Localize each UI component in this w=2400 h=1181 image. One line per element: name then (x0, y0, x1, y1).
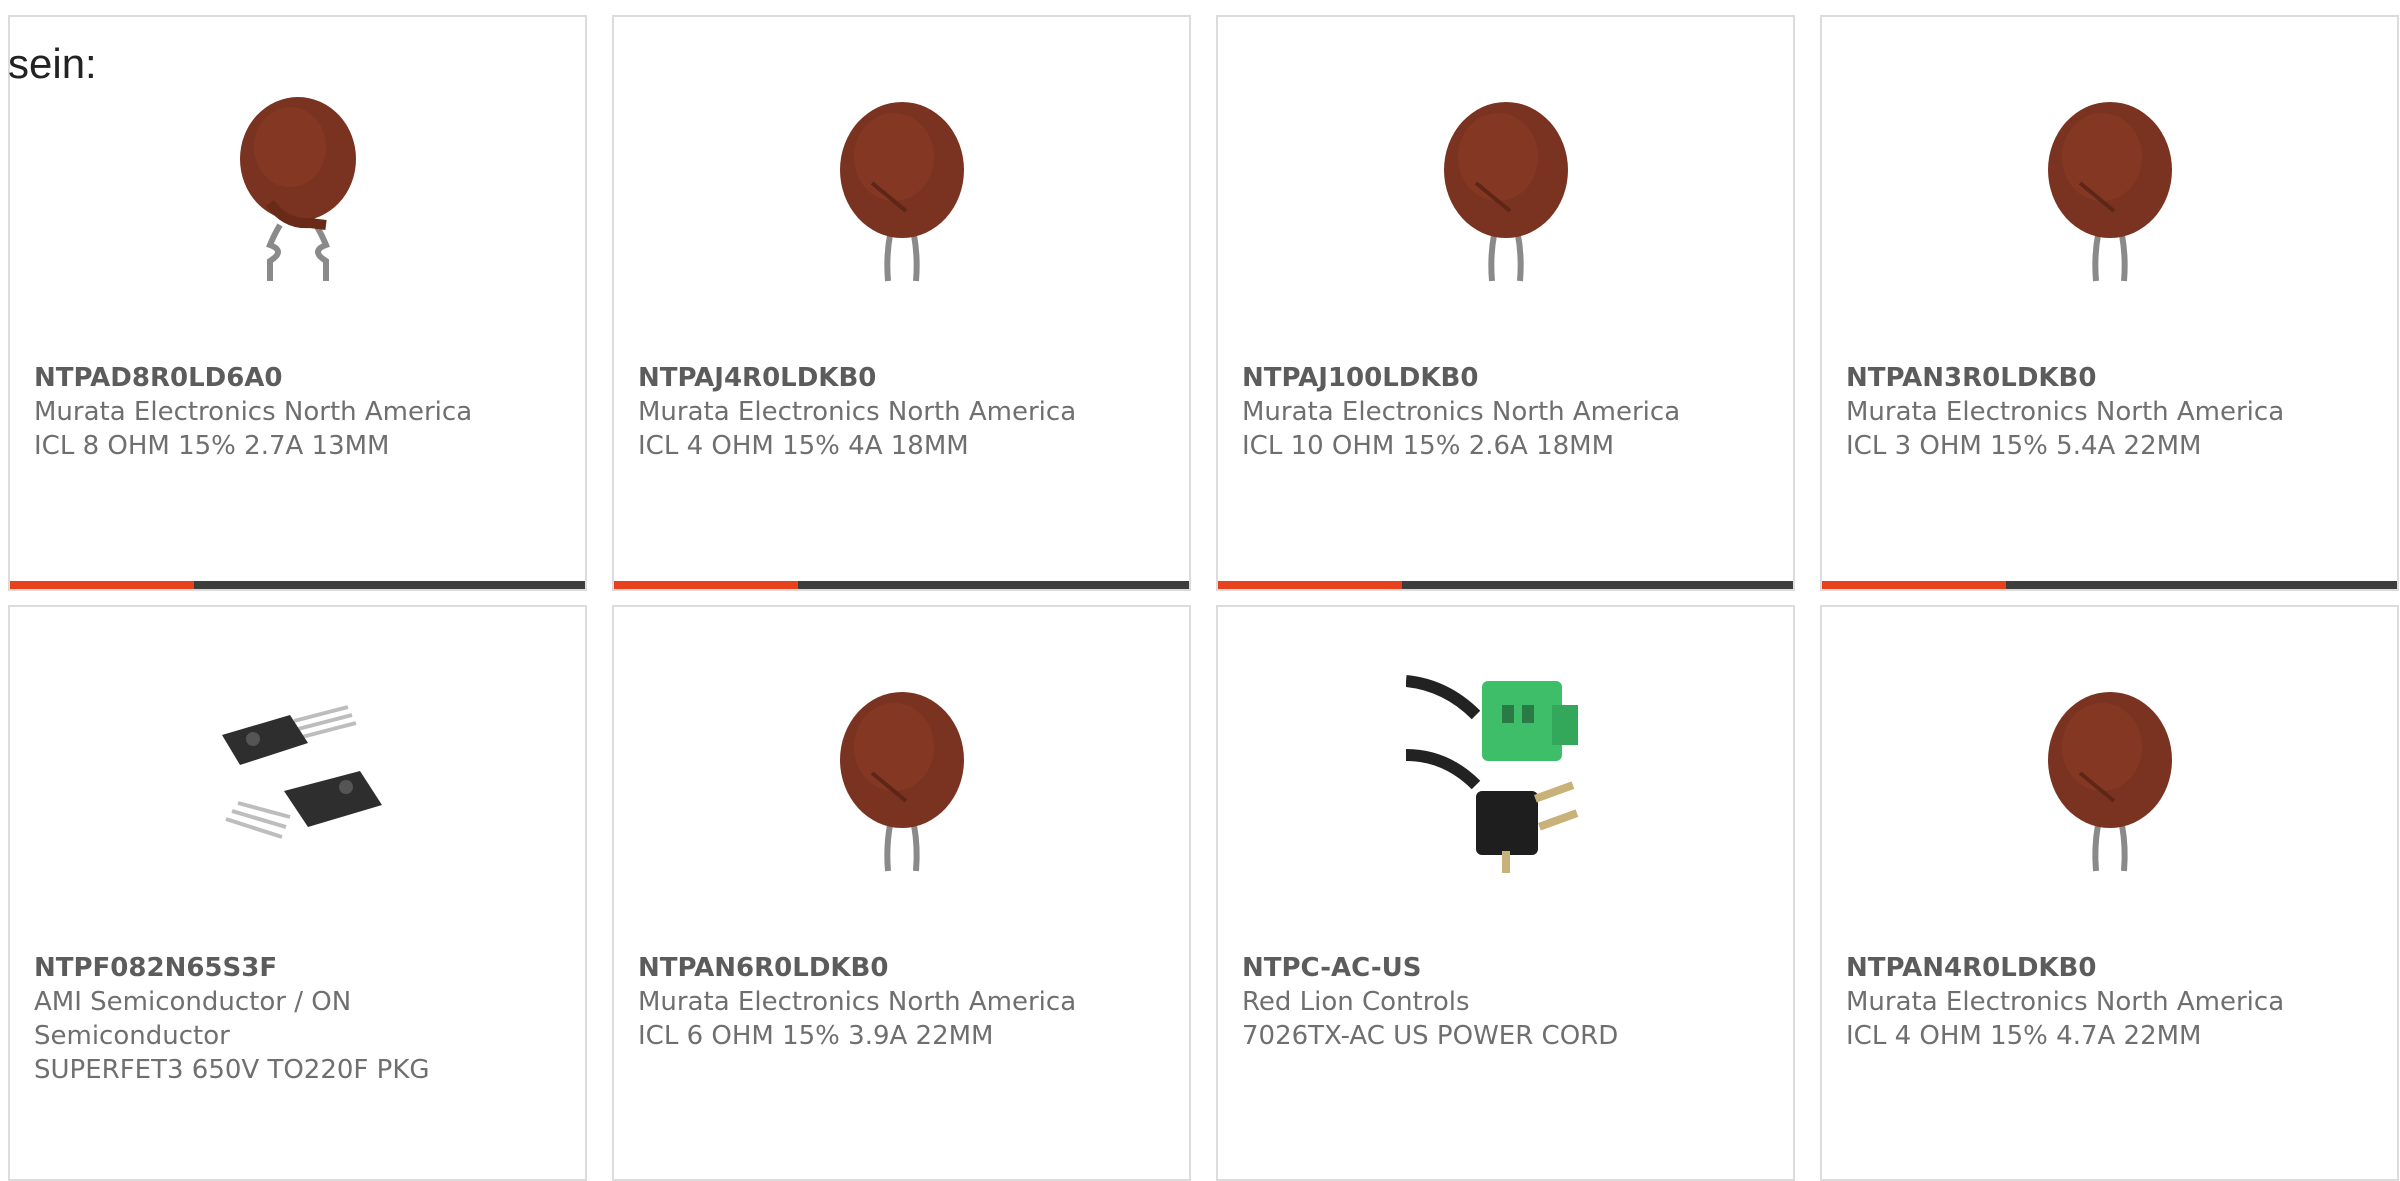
transistor-to220-icon[interactable] (198, 675, 398, 875)
product-info: NTPAN3R0LDKB0 Murata Electronics North A… (1846, 361, 2366, 463)
thermistor-icon[interactable] (802, 675, 1002, 875)
product-info: NTPAN4R0LDKB0 Murata Electronics North A… (1846, 951, 2366, 1053)
thermistor-bent-leads-icon[interactable] (198, 85, 398, 285)
product-description: ICL 6 OHM 15% 3.9A 22MM (638, 1021, 994, 1051)
product-manufacturer: Murata Electronics North America (1242, 397, 1681, 427)
product-info: NTPAJ100LDKB0 Murata Electronics North A… (1242, 361, 1762, 463)
product-card[interactable]: NTPC-AC-US Red Lion Controls 7026TX-AC U… (1216, 605, 1795, 1181)
product-manufacturer: Murata Electronics North America (638, 987, 1077, 1017)
partial-heading-text: sein: (8, 40, 97, 87)
card-progress-bar (1218, 581, 1793, 589)
product-part-number[interactable]: NTPAN6R0LDKB0 (638, 951, 1158, 985)
card-progress-bar (1822, 581, 2397, 589)
product-manufacturer: Murata Electronics North America (1846, 397, 2285, 427)
product-card[interactable]: NTPF082N65S3F AMI Semiconductor / ON Sem… (8, 605, 587, 1181)
product-info: NTPC-AC-US Red Lion Controls 7026TX-AC U… (1242, 951, 1762, 1053)
product-part-number[interactable]: NTPAD8R0LD6A0 (34, 361, 554, 395)
product-card[interactable]: NTPAD8R0LD6A0 Murata Electronics North A… (8, 15, 587, 591)
thermistor-icon[interactable] (2010, 85, 2210, 285)
product-manufacturer: AMI Semiconductor / ON Semiconductor (34, 987, 352, 1051)
product-part-number[interactable]: NTPAJ100LDKB0 (1242, 361, 1762, 395)
thermistor-icon[interactable] (1406, 85, 1606, 285)
product-card[interactable]: NTPAN3R0LDKB0 Murata Electronics North A… (1820, 15, 2399, 591)
card-progress-fill (10, 581, 194, 589)
card-progress-fill (614, 581, 798, 589)
product-card[interactable]: NTPAJ4R0LDKB0 Murata Electronics North A… (612, 15, 1191, 591)
product-info: NTPAD8R0LD6A0 Murata Electronics North A… (34, 361, 554, 463)
product-description: ICL 4 OHM 15% 4.7A 22MM (1846, 1021, 2202, 1051)
product-description: ICL 4 OHM 15% 4A 18MM (638, 431, 969, 461)
card-progress-bar (10, 581, 585, 589)
product-part-number[interactable]: NTPAN4R0LDKB0 (1846, 951, 2366, 985)
product-manufacturer: Red Lion Controls (1242, 987, 1470, 1017)
product-description: 7026TX-AC US POWER CORD (1242, 1021, 1619, 1051)
product-card[interactable]: NTPAJ100LDKB0 Murata Electronics North A… (1216, 15, 1795, 591)
product-description: SUPERFET3 650V TO220F PKG (34, 1055, 430, 1085)
product-manufacturer: Murata Electronics North America (638, 397, 1077, 427)
product-description: ICL 3 OHM 15% 5.4A 22MM (1846, 431, 2202, 461)
product-card[interactable]: NTPAN4R0LDKB0 Murata Electronics North A… (1820, 605, 2399, 1181)
product-manufacturer: Murata Electronics North America (1846, 987, 2285, 1017)
product-part-number[interactable]: NTPAJ4R0LDKB0 (638, 361, 1158, 395)
product-info: NTPAJ4R0LDKB0 Murata Electronics North A… (638, 361, 1158, 463)
product-manufacturer: Murata Electronics North America (34, 397, 473, 427)
card-progress-fill (1822, 581, 2006, 589)
product-grid: NTPAD8R0LD6A0 Murata Electronics North A… (8, 15, 2399, 1181)
thermistor-icon[interactable] (2010, 675, 2210, 875)
product-info: NTPAN6R0LDKB0 Murata Electronics North A… (638, 951, 1158, 1053)
product-part-number[interactable]: NTPAN3R0LDKB0 (1846, 361, 2366, 395)
product-part-number[interactable]: NTPF082N65S3F (34, 951, 554, 985)
product-description: ICL 8 OHM 15% 2.7A 13MM (34, 431, 390, 461)
card-progress-bar (614, 581, 1189, 589)
product-card[interactable]: NTPAN6R0LDKB0 Murata Electronics North A… (612, 605, 1191, 1181)
card-progress-fill (1218, 581, 1402, 589)
power-cord-icon[interactable] (1405, 675, 1606, 875)
product-description: ICL 10 OHM 15% 2.6A 18MM (1242, 431, 1615, 461)
product-part-number[interactable]: NTPC-AC-US (1242, 951, 1762, 985)
thermistor-icon[interactable] (802, 85, 1002, 285)
product-info: NTPF082N65S3F AMI Semiconductor / ON Sem… (34, 951, 554, 1087)
